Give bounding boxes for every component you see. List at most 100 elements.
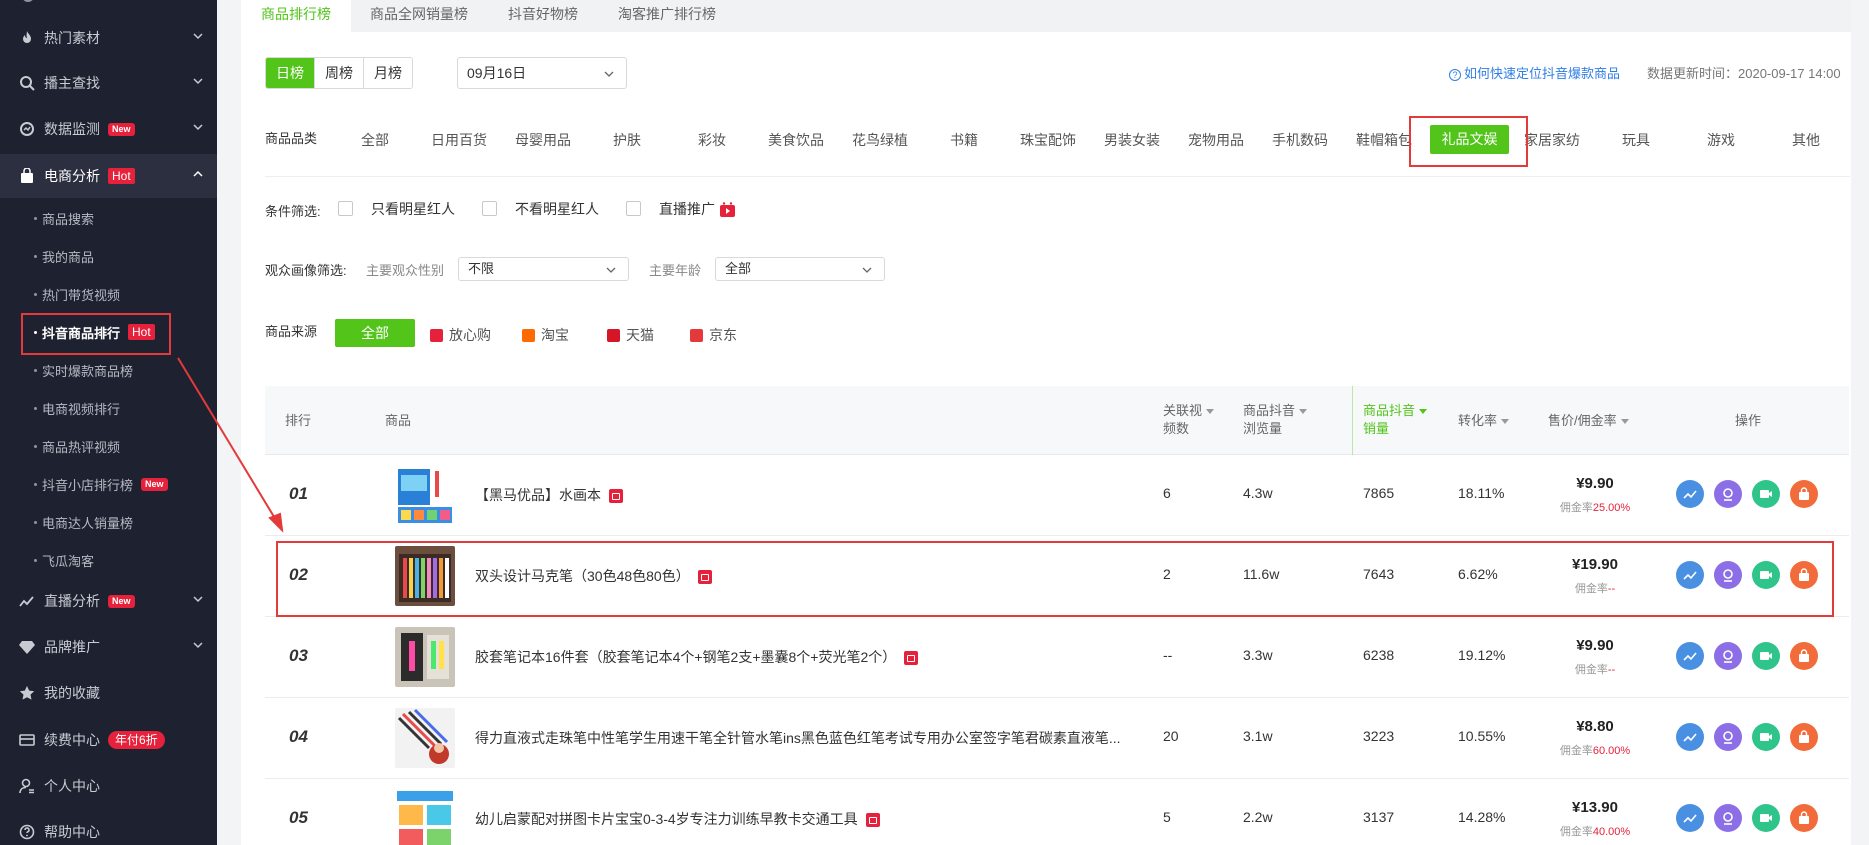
video-camera-icon[interactable] [1752, 480, 1780, 508]
trend-chart-icon[interactable] [1676, 480, 1704, 508]
checkbox-exclude-star[interactable] [482, 201, 497, 216]
checkbox-live-promo[interactable] [626, 201, 641, 216]
trend-chart-icon[interactable] [1676, 804, 1704, 832]
product-name[interactable]: 【黑马优品】水画本 [475, 485, 623, 505]
sidebar-item-help[interactable]: 帮助中心 [0, 810, 217, 845]
trend-chart-icon[interactable] [1676, 723, 1704, 751]
th-sales[interactable]: 商品抖音 销量 [1363, 402, 1428, 438]
video-camera-icon[interactable] [1752, 723, 1780, 751]
period-day-button[interactable]: 日榜 [266, 58, 315, 88]
rank-number: 05 [289, 808, 308, 827]
highlight-box-row [276, 541, 1834, 617]
sidebar-item-profile[interactable]: 个人中心 [0, 764, 217, 808]
product-thumbnail[interactable] [395, 789, 455, 845]
sidebar-item-live-analysis[interactable]: 直播分析 New [0, 579, 217, 623]
product-name[interactable]: 幼儿启蒙配对拼图卡片宝宝0-3-4岁专注力训练早教卡交通工具 [475, 809, 880, 829]
checkbox-star-only[interactable] [338, 201, 353, 216]
help-icon [18, 823, 36, 841]
source-fangxingou[interactable]: 放心购 [430, 325, 491, 345]
rank-number: 01 [289, 484, 308, 503]
product-name[interactable]: 得力直液式走珠笔中性笔学生用速干笔全针管水笔ins黑色蓝色红笔考试专用办公室签字… [475, 728, 1121, 748]
category-option[interactable]: 玩具 [1596, 130, 1676, 150]
chevron-down-icon [193, 124, 203, 131]
sidebar-item-data-monitor[interactable]: 数据监测 New [0, 107, 217, 151]
sidebar-item-ecommerce[interactable]: 电商分析 Hot [0, 154, 217, 198]
sidebar-item-hot-material[interactable]: 热门素材 [0, 16, 217, 60]
source-tmall[interactable]: 天猫 [607, 325, 654, 345]
commission: 佣金率40.00% [1559, 826, 1631, 838]
gender-select[interactable]: 不限 [458, 257, 629, 281]
talent-icon[interactable] [1714, 642, 1742, 670]
store-icon[interactable] [1790, 804, 1818, 832]
category-option[interactable]: 宠物用品 [1176, 130, 1256, 150]
sidebar-item-label: 播主查找 [44, 75, 100, 91]
sidebar-sub-review-videos[interactable]: 商品热评视频 [0, 427, 217, 465]
category-option[interactable]: 花鸟绿植 [840, 130, 920, 150]
price: ¥13.90 [1572, 799, 1618, 816]
age-select-value: 全部 [725, 261, 752, 276]
store-icon[interactable] [1790, 642, 1818, 670]
sidebar-sub-hot-videos[interactable]: 热门带货视频 [0, 275, 217, 313]
chevron-down-icon [193, 642, 203, 649]
category-option[interactable]: 书籍 [924, 130, 1004, 150]
source-taobao[interactable]: 淘宝 [522, 325, 569, 345]
sidebar-sub-taoke[interactable]: 飞瓜淘客 [0, 541, 217, 579]
sidebar-item-favorites[interactable]: 我的收藏 [0, 671, 217, 715]
source-label: 商品来源 [265, 324, 318, 339]
sidebar-sub-video-rank[interactable]: 电商视频排行 [0, 389, 217, 427]
category-option[interactable]: 手机数码 [1260, 130, 1340, 150]
source-jd[interactable]: 京东 [690, 325, 737, 345]
talent-icon[interactable] [1714, 723, 1742, 751]
sidebar-item-brand-promo[interactable]: 品牌推广 [0, 625, 217, 669]
sidebar-sub-my-products[interactable]: 我的商品 [0, 237, 217, 275]
category-option[interactable]: 男装女装 [1092, 130, 1172, 150]
category-option[interactable]: 彩妆 [672, 130, 752, 150]
category-option[interactable]: 护肤 [587, 130, 667, 150]
trend-chart-icon[interactable] [1676, 642, 1704, 670]
th-conversion[interactable]: 转化率 [1458, 412, 1510, 430]
product-name[interactable]: 胶套笔记本16件套（胶套笔记本4个+钢笔2支+墨囊8个+荧光笔2个） [475, 647, 919, 667]
category-option[interactable]: 母婴用品 [503, 130, 583, 150]
tab-douyin-goods[interactable]: 抖音好物榜 [487, 0, 599, 32]
sidebar-item-label: 品牌推广 [44, 639, 100, 655]
product-thumbnail[interactable] [395, 465, 455, 525]
talent-icon[interactable] [1714, 804, 1742, 832]
sidebar-sub-talent-sales[interactable]: 电商达人销量榜 [0, 503, 217, 541]
talent-icon[interactable] [1714, 480, 1742, 508]
date-select[interactable]: 09月16日 [457, 57, 627, 89]
product-thumbnail[interactable] [395, 708, 455, 768]
views-count: 2.2w [1243, 809, 1273, 825]
category-option[interactable]: 美食饮品 [756, 130, 836, 150]
category-option[interactable]: 其他 [1766, 130, 1846, 150]
category-option[interactable]: 全部 [335, 130, 415, 150]
source-all-button[interactable]: 全部 [335, 319, 415, 347]
tab-product-rank[interactable]: 商品排行榜 [241, 0, 351, 32]
period-week-button[interactable]: 周榜 [315, 58, 364, 88]
store-icon[interactable] [1790, 723, 1818, 751]
th-videos[interactable]: 关联视 频数 [1163, 402, 1215, 438]
category-option[interactable]: 日用百货 [419, 130, 499, 150]
sidebar-sub-shop-rank[interactable]: 抖音小店排行榜 New [0, 465, 217, 503]
video-camera-icon[interactable] [1752, 642, 1780, 670]
product-thumbnail[interactable] [395, 627, 455, 687]
period-month-button[interactable]: 月榜 [364, 58, 412, 88]
sidebar-item-label: 热门素材 [44, 30, 100, 46]
age-select[interactable]: 全部 [715, 257, 885, 281]
tab-network-sales[interactable]: 商品全网销量榜 [355, 0, 483, 32]
video-camera-icon[interactable] [1752, 804, 1780, 832]
help-link[interactable]: ? 如何快速定位抖音爆款商品 [1449, 63, 1620, 82]
category-option[interactable]: 珠宝配饰 [1008, 130, 1088, 150]
sidebar-sub-realtime-hot[interactable]: 实时爆款商品榜 [0, 351, 217, 389]
sidebar-item-streamer-search[interactable]: 播主查找 [0, 61, 217, 105]
new-badge: New [108, 122, 135, 136]
sidebar-item-renewal[interactable]: 续费中心 年付6折 [0, 718, 217, 762]
discount-badge: 年付6折 [108, 731, 165, 749]
category-option[interactable]: 游戏 [1681, 130, 1761, 150]
store-icon[interactable] [1790, 480, 1818, 508]
th-price[interactable]: 售价/佣金率 [1548, 412, 1629, 430]
th-views[interactable]: 商品抖音 浏览量 [1243, 402, 1308, 438]
sidebar-sub-product-search[interactable]: 商品搜索 [0, 199, 217, 237]
chevron-down-icon [604, 71, 614, 77]
sales-count: 3223 [1363, 728, 1395, 744]
tab-taoke-rank[interactable]: 淘客推广排行榜 [603, 0, 731, 32]
